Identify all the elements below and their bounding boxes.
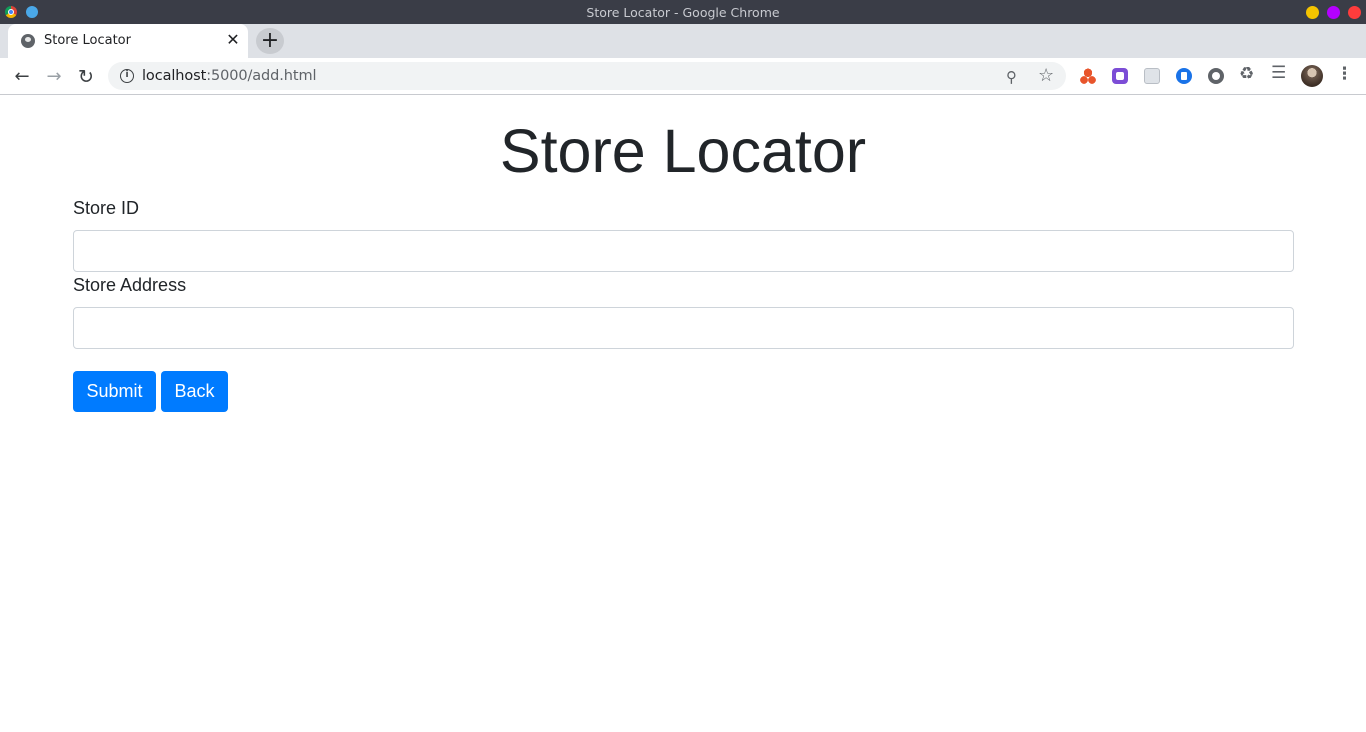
store-id-label: Store ID <box>73 198 140 218</box>
url-host: localhost <box>142 68 207 84</box>
back-button[interactable]: Back <box>161 371 228 412</box>
tab-title: Store Locator <box>44 33 131 48</box>
queue-music-icon[interactable]: ☰ <box>1271 63 1286 83</box>
extension-purple-icon[interactable] <box>1112 68 1128 84</box>
window-titlebar: Store Locator - Google Chrome <box>0 0 1366 24</box>
store-address-field[interactable] <box>73 307 1294 349</box>
page-title: Store Locator <box>499 117 867 185</box>
minimize-button[interactable] <box>1306 6 1319 19</box>
browser-toolbar: ← → ↻ i localhost:5000/add.html ⚲ ☆ ♻ ☰ … <box>0 58 1366 95</box>
url-text[interactable]: localhost:5000/add.html <box>142 68 317 84</box>
maximize-button[interactable] <box>1327 6 1340 19</box>
extension-bookmark-icon[interactable] <box>1176 68 1192 84</box>
back-arrow-icon[interactable]: ← <box>10 65 34 89</box>
avatar[interactable] <box>1301 65 1323 87</box>
forward-arrow-icon[interactable]: → <box>42 65 66 89</box>
extension-circle-icon[interactable] <box>1208 68 1224 84</box>
address-bar[interactable]: i localhost:5000/add.html ⚲ ☆ <box>108 62 1066 90</box>
zoom-icon[interactable]: ⚲ <box>1006 68 1017 86</box>
reload-icon[interactable]: ↻ <box>74 65 98 89</box>
store-id-field[interactable] <box>73 230 1294 272</box>
close-tab-icon[interactable]: ✕ <box>224 31 242 49</box>
extension-network-icon[interactable] <box>1080 68 1096 84</box>
star-icon[interactable]: ☆ <box>1038 65 1054 86</box>
globe-icon <box>21 34 35 48</box>
close-window-button[interactable] <box>1348 6 1361 19</box>
url-path: :5000/add.html <box>206 68 317 84</box>
new-tab-button[interactable]: + <box>256 28 284 54</box>
store-address-label: Store Address <box>73 275 187 295</box>
kebab-menu-icon[interactable]: ⋮ <box>1336 64 1353 84</box>
extension-grid-icon[interactable] <box>1144 68 1160 84</box>
submit-button[interactable]: Submit <box>73 371 156 412</box>
page-content: Store Locator Store ID Store Address Sub… <box>0 96 1366 732</box>
tab-strip: Store Locator ✕ + <box>0 24 1366 58</box>
puzzle-icon[interactable]: ♻ <box>1239 64 1254 84</box>
info-icon[interactable]: i <box>120 69 134 83</box>
window-title: Store Locator - Google Chrome <box>586 5 780 20</box>
tab-store-locator[interactable]: Store Locator ✕ <box>8 24 248 58</box>
